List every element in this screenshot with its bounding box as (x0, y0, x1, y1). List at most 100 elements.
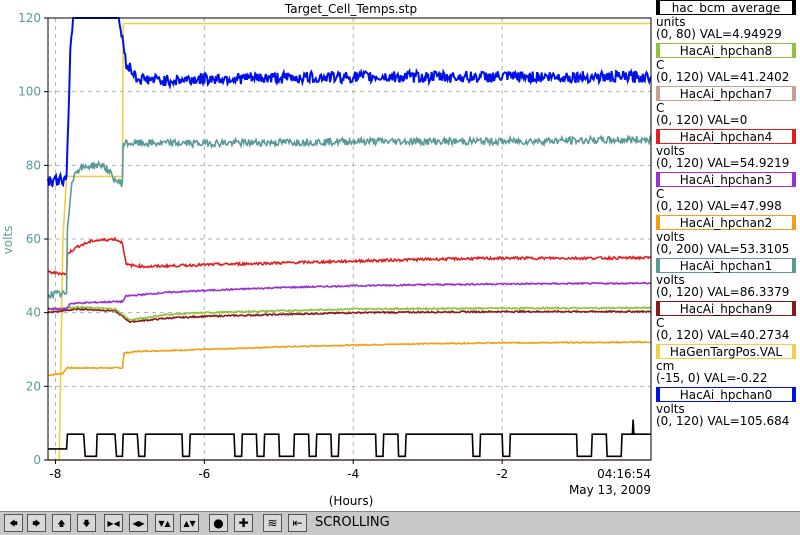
legend-range-value: (0, 120) VAL=41.2402 (656, 70, 790, 84)
x-tick-label: -4 (347, 467, 359, 481)
legend-swatch (792, 130, 795, 143)
legend-swatch (657, 130, 660, 143)
legend-label: HacAi_hpchan9 (679, 302, 773, 316)
legend-swatch (657, 216, 660, 229)
zoom-out-vertical-button[interactable]: ▲▼ (180, 514, 199, 532)
legend-swatch (657, 44, 660, 57)
chart-title: Target_Cell_Temps.stp (284, 2, 417, 16)
y-tick-label: 120 (18, 11, 41, 25)
legend-swatch (657, 259, 660, 272)
series-line-hacai-hpchan3 (47, 281, 652, 311)
legend-item-hacai-hpchan4[interactable]: HacAi_hpchan4 (656, 129, 796, 144)
arrow-right-icon: 🡆 (32, 519, 41, 528)
legend-swatch (792, 302, 795, 315)
legend-item-hac-bcm-average[interactable]: hac_bcm_average (656, 0, 796, 15)
legend-label: HacAi_hpchan7 (679, 87, 773, 101)
date-label: May 13, 2009 (569, 483, 651, 497)
x-tick-label: -6 (198, 467, 210, 481)
series-line-hagentargpos-val (48, 22, 651, 461)
legend-swatch (792, 1, 795, 14)
legend-range-value: (0, 120) VAL=40.2734 (656, 328, 790, 342)
legend-swatch (657, 173, 660, 186)
legend-label: HaGenTargPos.VAL (669, 345, 783, 359)
legend-item-hagentargpos-val[interactable]: HaGenTargPos.VAL (656, 344, 796, 359)
legend-swatch (792, 87, 795, 100)
legend-label: HacAi_hpchan3 (679, 173, 773, 187)
legend-swatch (657, 87, 660, 100)
legend-label: HacAi_hpchan4 (679, 130, 773, 144)
y-tick-label: 100 (18, 85, 41, 99)
zoom-out-horizontal-button[interactable]: ◀▶ (129, 514, 148, 532)
grid (48, 18, 651, 460)
series-line-hacai-hpchan0 (47, 17, 652, 189)
legend-label: HacAi_hpchan2 (679, 216, 773, 230)
y-tick-label: 20 (26, 379, 41, 393)
plus-icon: ✚ (238, 516, 249, 530)
legend-range-value: (0, 120) VAL=86.3379 (656, 285, 790, 299)
legend-swatch (792, 388, 795, 401)
legend-range-value: (0, 120) VAL=54.9219 (656, 156, 790, 170)
zoom-in-vertical-icon: ▼▲ (158, 519, 171, 528)
legend-swatch (792, 216, 795, 229)
arrow-right-button[interactable]: 🡆 (27, 514, 46, 532)
series-line-hac-bcm-average (48, 419, 651, 458)
arrow-down-icon: 🡇 (82, 519, 91, 528)
y-axis-label: volts (1, 226, 15, 255)
x-tick-label: -2 (496, 467, 508, 481)
legend-label: hac_bcm_average (671, 1, 781, 15)
legend-range-value: (0, 120) VAL=0 (656, 113, 748, 127)
arrow-down-button[interactable]: 🡇 (77, 514, 96, 532)
legend-item-hacai-hpchan1[interactable]: HacAi_hpchan1 (656, 258, 796, 273)
legend-range-value: (0, 200) VAL=53.3105 (656, 242, 790, 256)
legend-label: HacAi_hpchan8 (679, 44, 773, 58)
zoom-in-horizontal-button[interactable]: ▶◀ (104, 514, 123, 532)
scroll-mode-button[interactable]: ⇤ (288, 514, 307, 532)
series-line-hacai-hpchan4 (47, 236, 652, 276)
legend-item-hacai-hpchan0[interactable]: HacAi_hpchan0 (656, 387, 796, 402)
y-tick-label: 0 (33, 453, 41, 467)
autoscale-icon: ≋ (267, 516, 278, 530)
scroll-status: SCROLLING (315, 515, 390, 530)
legend-item-hacai-hpchan8[interactable]: HacAi_hpchan8 (656, 43, 796, 58)
legend-swatch (657, 302, 660, 315)
scroll-mode-icon: ⇤ (292, 516, 303, 530)
legend-range-value: (0, 120) VAL=105.684 (656, 414, 790, 428)
legend-range-value: (0, 120) VAL=47.998 (656, 199, 782, 213)
plus-button[interactable]: ✚ (234, 514, 253, 532)
zoom-in-vertical-button[interactable]: ▼▲ (155, 514, 174, 532)
legend-range-value: (-15, 0) VAL=-0.22 (656, 371, 768, 385)
legend-item-hacai-hpchan3[interactable]: HacAi_hpchan3 (656, 172, 796, 187)
arrow-up-button[interactable]: 🡅 (52, 514, 71, 532)
arrow-left-icon: 🡄 (9, 519, 18, 528)
y-tick-label: 40 (26, 306, 41, 320)
zoom-in-horizontal-icon: ▶◀ (107, 519, 120, 528)
x-tick-label: -8 (49, 467, 61, 481)
legend-swatch (792, 259, 795, 272)
toolbar: SCROLLING 🡄 🡆 🡅 🡇 ▶◀ ◀▶ ▼▲ ▲▼ ● ✚ ≋ ⇤ (0, 511, 800, 535)
legend-label: HacAi_hpchan0 (679, 388, 773, 402)
arrow-left-button[interactable]: 🡄 (4, 514, 23, 532)
legend-swatch (792, 173, 795, 186)
series-line-hacai-hpchan2 (47, 340, 652, 377)
legend-item-hacai-hpchan9[interactable]: HacAi_hpchan9 (656, 301, 796, 316)
y-tick-label: 60 (26, 232, 41, 246)
legend-swatch (657, 1, 660, 14)
legend-item-hacai-hpchan7[interactable]: HacAi_hpchan7 (656, 86, 796, 101)
legend-label: HacAi_hpchan1 (679, 259, 773, 273)
legend-range-value: (0, 80) VAL=4.94929 (656, 27, 782, 41)
zoom-out-vertical-icon: ▲▼ (183, 519, 196, 528)
legend-swatch (657, 345, 660, 358)
y-tick-label: 80 (26, 158, 41, 172)
time-label: 04:16:54 (597, 467, 651, 481)
zoom-out-horizontal-icon: ◀▶ (132, 519, 145, 528)
legend-swatch (792, 345, 795, 358)
record-icon: ● (213, 516, 224, 530)
series-line-hacai-hpchan1 (47, 134, 652, 300)
legend-item-hacai-hpchan2[interactable]: HacAi_hpchan2 (656, 215, 796, 230)
arrow-up-icon: 🡅 (57, 519, 66, 528)
chart: 0 20 40 60 80 100 120 -8 -6 -4 -2 Target_Cell_Temp… (1, 2, 652, 508)
record-button[interactable]: ● (209, 514, 228, 532)
legend-swatch (792, 44, 795, 57)
legend-swatch (657, 388, 660, 401)
autoscale-button[interactable]: ≋ (263, 514, 282, 532)
